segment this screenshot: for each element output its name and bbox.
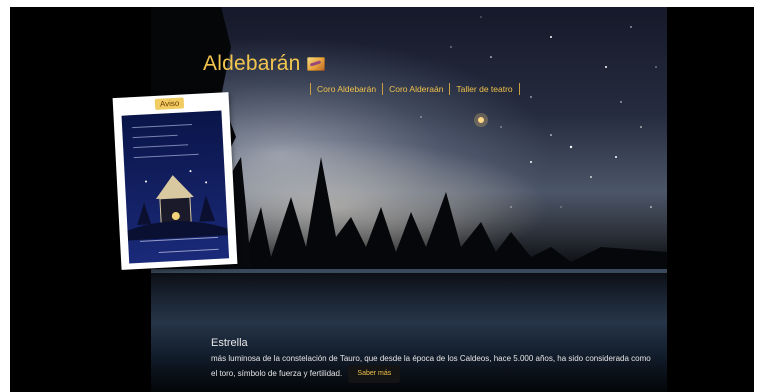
page-frame: Aldebarán Coro Aldebarán Coro Alderaán T… bbox=[10, 7, 754, 392]
main-nav: Coro Aldebarán Coro Alderaán Taller de t… bbox=[310, 83, 520, 95]
nativity-scene-illustration bbox=[127, 175, 228, 241]
slide-description: más luminosa de la constelación de Tauro… bbox=[211, 353, 651, 383]
nav-item-coro-alderaan[interactable]: Coro Alderaán bbox=[382, 83, 449, 95]
read-more-button[interactable]: Saber más bbox=[348, 365, 401, 383]
notice-tab[interactable]: Aviso bbox=[154, 97, 185, 110]
slide-title: Estrella bbox=[211, 337, 248, 349]
christmas-card-image bbox=[121, 110, 230, 264]
slide-text: más luminosa de la constelación de Tauro… bbox=[211, 354, 651, 379]
aldebaran-logo-icon bbox=[306, 57, 325, 71]
site-title[interactable]: Aldebarán bbox=[203, 52, 301, 76]
nav-item-coro-aldebaran[interactable]: Coro Aldebarán bbox=[310, 83, 382, 95]
nav-item-taller-teatro[interactable]: Taller de teatro bbox=[449, 83, 520, 95]
notice-panel[interactable]: Aviso bbox=[112, 92, 238, 270]
site-brand[interactable]: Aldebarán bbox=[203, 52, 325, 76]
slide-caption: Estrella más luminosa de la constelación… bbox=[211, 337, 651, 383]
